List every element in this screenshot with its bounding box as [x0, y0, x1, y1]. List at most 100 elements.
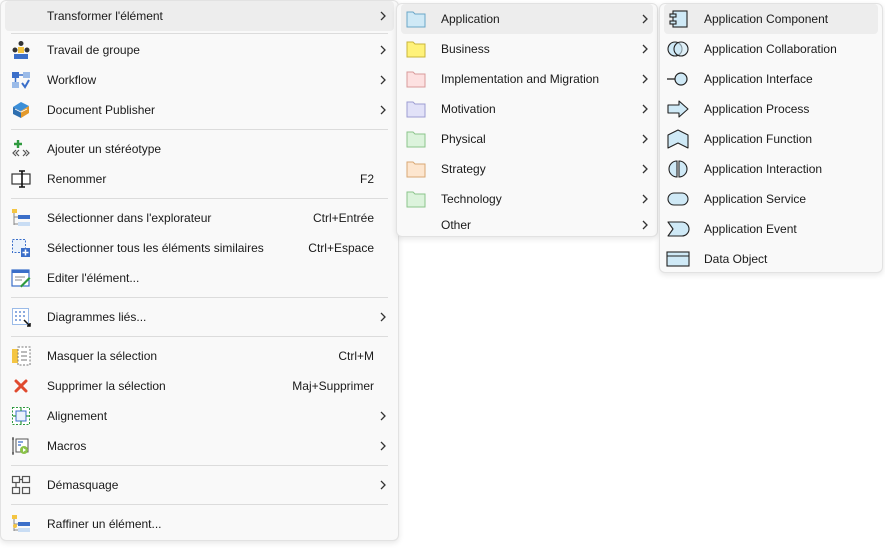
submenu-item-label: Other [441, 218, 472, 232]
menu-item-select-in-explorer[interactable]: Sélectionner dans l'explorateur Ctrl+Ent… [1, 203, 398, 233]
submenu-arrow-icon [378, 9, 388, 23]
menu-item-group-work[interactable]: Travail de groupe [1, 35, 398, 65]
submenu-item-business[interactable]: Business [397, 34, 657, 64]
submenu-item-label: Application Function [704, 132, 813, 146]
menu-item-label: Workflow [47, 73, 97, 87]
menu-item-macros[interactable]: Macros [1, 431, 398, 461]
submenu-arrow-icon [640, 132, 650, 146]
menu-item-refine-element[interactable]: Raffiner un élément... [1, 509, 398, 539]
submenu-arrow-icon [640, 72, 650, 86]
submenu-item-strategy[interactable]: Strategy [397, 154, 657, 184]
menu-item-label: Raffiner un élément... [47, 517, 162, 531]
menu-item-shortcut: Ctrl+Espace [308, 241, 374, 255]
submenu-item-label: Motivation [441, 102, 496, 116]
menu-item-label: Macros [47, 439, 87, 453]
linked-diagrams-icon [11, 307, 31, 327]
menu-item-label: Sélectionner dans l'explorateur [47, 211, 212, 225]
submenu-item-label: Application Event [704, 222, 797, 236]
submenu-item-label: Strategy [441, 162, 486, 176]
group-work-icon [11, 40, 31, 60]
menu-item-label: Transformer l'élément [47, 9, 163, 23]
submenu-arrow-icon [378, 103, 388, 117]
menu-item-transform-element[interactable]: Transformer l'élément [1, 1, 398, 31]
submenu-arrow-icon [640, 218, 650, 232]
menu-item-shortcut: Maj+Supprimer [292, 379, 374, 393]
layers-submenu: Application Business Implementation and … [396, 3, 658, 237]
menu-item-shortcut: Ctrl+Entrée [312, 211, 374, 225]
menu-item-edit-element[interactable]: Editer l'élément... [1, 263, 398, 293]
menu-item-unmask[interactable]: Démasquage [1, 470, 398, 500]
submenu-item-label: Business [441, 42, 490, 56]
workflow-icon [11, 70, 31, 90]
submenu-item-label: Application Component [704, 12, 829, 26]
menu-item-label: Démasquage [47, 478, 119, 492]
select-in-explorer-icon [11, 208, 31, 228]
submenu-arrow-icon [378, 409, 388, 423]
submenu-item-application[interactable]: Application [397, 4, 657, 34]
submenu-item-application-collaboration[interactable]: Application Collaboration [660, 34, 882, 64]
folder-icon [406, 9, 426, 29]
submenu-arrow-icon [640, 162, 650, 176]
submenu-item-other[interactable]: Other [397, 210, 657, 240]
hide-selection-icon [11, 346, 31, 366]
submenu-arrow-icon [378, 478, 388, 492]
select-similar-icon [11, 238, 31, 258]
menu-item-label: Alignement [47, 409, 108, 423]
submenu-item-application-service[interactable]: Application Service [660, 184, 882, 214]
menu-item-document-publisher[interactable]: Document Publisher [1, 95, 398, 125]
menu-item-label: Editer l'élément... [47, 271, 140, 285]
menu-item-label: Ajouter un stéréotype [47, 142, 162, 156]
submenu-item-application-event[interactable]: Application Event [660, 214, 882, 244]
submenu-item-label: Implementation and Migration [441, 72, 600, 86]
submenu-item-application-component[interactable]: Application Component [660, 4, 882, 34]
menu-item-label: Diagrammes liés... [47, 310, 147, 324]
menu-item-hide-selection[interactable]: Masquer la sélection Ctrl+M [1, 341, 398, 371]
submenu-arrow-icon [378, 73, 388, 87]
submenu-item-application-process[interactable]: Application Process [660, 94, 882, 124]
submenu-item-implementation-migration[interactable]: Implementation and Migration [397, 64, 657, 94]
menu-item-add-stereotype[interactable]: Ajouter un stéréotype [1, 134, 398, 164]
menu-item-delete-selection[interactable]: Supprimer la sélection Maj+Supprimer [1, 371, 398, 401]
application-service-icon [666, 189, 690, 209]
submenu-item-application-interface[interactable]: Application Interface [660, 64, 882, 94]
menu-separator [11, 465, 388, 466]
submenu-arrow-icon [640, 192, 650, 206]
submenu-item-application-interaction[interactable]: Application Interaction [660, 154, 882, 184]
menu-item-rename[interactable]: Renommer F2 [1, 164, 398, 194]
menu-separator [11, 198, 388, 199]
submenu-item-label: Application Process [704, 102, 810, 116]
submenu-arrow-icon [640, 42, 650, 56]
menu-separator [11, 504, 388, 505]
menu-item-linked-diagrams[interactable]: Diagrammes liés... [1, 302, 398, 332]
menu-separator [11, 336, 388, 337]
submenu-item-label: Physical [441, 132, 486, 146]
submenu-arrow-icon [640, 12, 650, 26]
menu-item-workflow[interactable]: Workflow [1, 65, 398, 95]
macros-icon [11, 436, 31, 456]
context-menu: Transformer l'élément Travail de groupe … [0, 0, 399, 541]
submenu-item-physical[interactable]: Physical [397, 124, 657, 154]
menu-item-label: Travail de groupe [47, 43, 140, 57]
menu-item-shortcut: Ctrl+M [338, 349, 374, 363]
add-stereotype-icon [11, 139, 31, 159]
unmask-icon [11, 475, 31, 495]
menu-item-alignment[interactable]: Alignement [1, 401, 398, 431]
edit-element-icon [11, 268, 31, 288]
document-publisher-icon [11, 100, 31, 120]
submenu-item-label: Application [441, 12, 500, 26]
submenu-item-label: Application Service [704, 192, 807, 206]
folder-icon [406, 69, 426, 89]
submenu-arrow-icon [640, 102, 650, 116]
menu-item-label: Document Publisher [47, 103, 156, 117]
menu-separator [11, 129, 388, 130]
submenu-item-motivation[interactable]: Motivation [397, 94, 657, 124]
menu-item-label: Masquer la sélection [47, 349, 158, 363]
submenu-arrow-icon [378, 439, 388, 453]
submenu-item-application-function[interactable]: Application Function [660, 124, 882, 154]
folder-icon [406, 129, 426, 149]
application-elements-submenu: Application Component Application Collab… [659, 3, 883, 273]
menu-separator [11, 297, 388, 298]
submenu-item-data-object[interactable]: Data Object [660, 244, 882, 274]
menu-item-select-similar[interactable]: Sélectionner tous les éléments similaire… [1, 233, 398, 263]
menu-item-shortcut: F2 [359, 172, 374, 186]
